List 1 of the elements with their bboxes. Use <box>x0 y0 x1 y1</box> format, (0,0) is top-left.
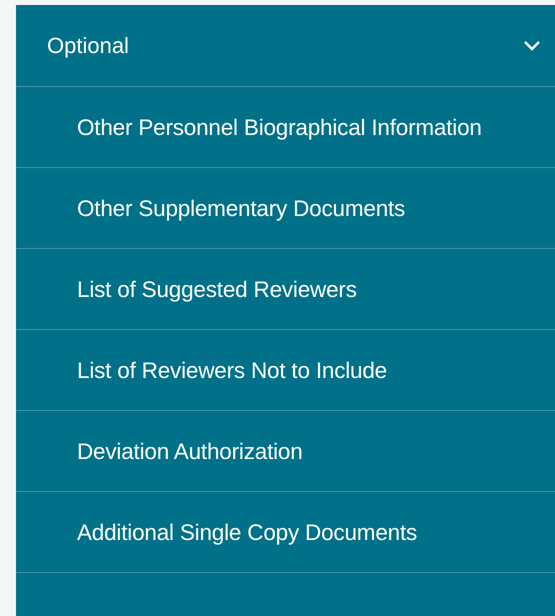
chevron-icon <box>523 40 541 51</box>
